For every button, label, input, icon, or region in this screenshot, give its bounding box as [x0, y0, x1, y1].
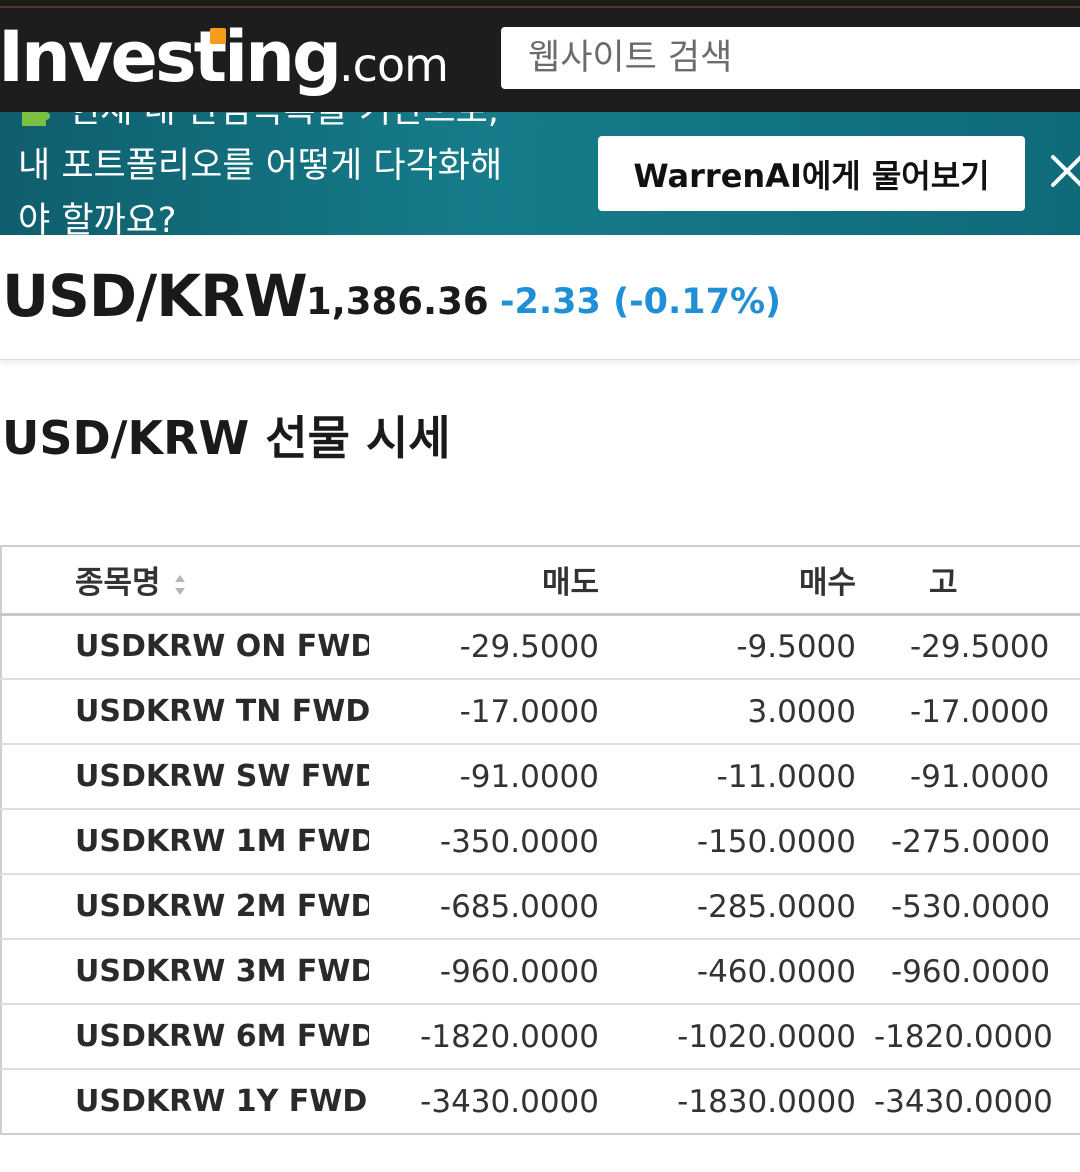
bid-value: -3430.0000 — [420, 1083, 599, 1120]
instrument-name[interactable]: USDKRW 1Y FWD — [1, 1069, 369, 1134]
bid-value: -1820.0000 — [420, 1018, 599, 1055]
bid-value: -17.0000 — [459, 693, 599, 730]
instrument-name[interactable]: USDKRW 6M FWD — [1, 1004, 369, 1069]
high-value: -3430.0000 — [874, 1083, 1053, 1120]
table-row[interactable]: USDKRW ON FWD -29.5000 -9.5000 -29.5000 — [1, 614, 1080, 679]
logo-wordmark: Investing — [0, 16, 342, 98]
table-row[interactable]: USDKRW 2M FWD -685.0000 -285.0000 -530.0… — [1, 874, 1080, 939]
high-value: -17.0000 — [910, 693, 1050, 730]
forwards-table-container[interactable]: 종목명 매도 매수 고 USDKRW ON FWD -29.5000 -9.50… — [0, 545, 1080, 1135]
high-value: -275.0000 — [891, 823, 1051, 860]
table-row[interactable]: USDKRW 3M FWD -960.0000 -460.0000 -960.0… — [1, 939, 1080, 1004]
column-header-ask[interactable]: 매수 — [617, 546, 874, 614]
close-icon[interactable] — [1050, 154, 1080, 188]
banner-line-1: 현재 내 관심목록을 기반으로, — [18, 112, 578, 139]
table-row[interactable]: USDKRW SW FWD -91.0000 -11.0000 -91.0000 — [1, 744, 1080, 809]
logo-suffix: .com — [339, 38, 449, 92]
last-price: 1,386.36 — [306, 280, 489, 323]
table-row[interactable]: USDKRW TN FWD -17.0000 3.0000 -17.0000 — [1, 679, 1080, 744]
banner-line-3: 야 할까요? — [18, 201, 177, 235]
price-change: -2.33 (-0.17%) — [500, 282, 782, 322]
bid-value: -685.0000 — [439, 888, 599, 925]
logo-accent-dot — [210, 28, 226, 44]
site-header: Investing.com — [0, 8, 1080, 112]
search-input[interactable] — [501, 27, 1080, 89]
promo-banner: 현재 내 관심목록을 기반으로, 내 포트폴리오를 어떻게 다각화해 야 할까요… — [0, 112, 1080, 235]
column-header-name[interactable]: 종목명 — [1, 546, 369, 614]
ask-value: -11.0000 — [716, 758, 856, 795]
top-strip — [0, 0, 1080, 8]
high-value: -1820.0000 — [874, 1018, 1053, 1055]
ask-value: -1830.0000 — [677, 1083, 856, 1120]
forwards-table: 종목명 매도 매수 고 USDKRW ON FWD -29.5000 -9.50… — [0, 545, 1080, 1135]
ask-value: -1020.0000 — [677, 1018, 856, 1055]
site-logo[interactable]: Investing.com — [0, 12, 449, 102]
instrument-name[interactable]: USDKRW 3M FWD — [1, 939, 369, 1004]
bid-value: -960.0000 — [439, 953, 599, 990]
instrument-title: USD/KRW — [2, 262, 308, 330]
column-header-bid[interactable]: 매도 — [369, 546, 617, 614]
table-row[interactable]: USDKRW 1M FWD -350.0000 -150.0000 -275.0… — [1, 809, 1080, 874]
ask-warrenai-button[interactable]: WarrenAI에게 물어보기 — [598, 136, 1025, 211]
ask-value: -460.0000 — [696, 953, 856, 990]
instrument-name[interactable]: USDKRW ON FWD — [1, 614, 369, 679]
puzzle-icon — [22, 112, 50, 126]
quote-header: USD/KRW 1,386.36 -2.33 (-0.17%) — [0, 235, 1080, 360]
banner-line-2: 내 포트폴리오를 어떻게 다각화해 — [18, 146, 503, 186]
table-header-row: 종목명 매도 매수 고 — [1, 546, 1080, 614]
high-value: -960.0000 — [891, 953, 1051, 990]
bid-value: -350.0000 — [439, 823, 599, 860]
instrument-name[interactable]: USDKRW SW FWD — [1, 744, 369, 809]
column-header-name-label: 종목명 — [75, 565, 161, 602]
high-value: -530.0000 — [891, 888, 1051, 925]
ask-value: -150.0000 — [696, 823, 856, 860]
instrument-name[interactable]: USDKRW TN FWD — [1, 679, 369, 744]
bid-value: -29.5000 — [459, 628, 599, 665]
ask-value: 3.0000 — [747, 693, 856, 730]
bid-value: -91.0000 — [459, 758, 599, 795]
section-title: USD/KRW 선물 시세 — [2, 411, 451, 465]
high-value: -29.5000 — [910, 628, 1050, 665]
instrument-name[interactable]: USDKRW 1M FWD — [1, 809, 369, 874]
table-row[interactable]: USDKRW 6M FWD -1820.0000 -1020.0000 -182… — [1, 1004, 1080, 1069]
instrument-name[interactable]: USDKRW 2M FWD — [1, 874, 369, 939]
high-value: -91.0000 — [910, 758, 1050, 795]
search-box[interactable] — [501, 27, 1080, 89]
ask-value: -285.0000 — [696, 888, 856, 925]
banner-line-1-text: 현재 내 관심목록을 기반으로, — [68, 112, 499, 131]
banner-text: 현재 내 관심목록을 기반으로, 내 포트폴리오를 어떻게 다각화해 야 할까요… — [18, 112, 578, 235]
sort-icon[interactable] — [173, 572, 187, 598]
ask-value: -9.5000 — [736, 628, 856, 665]
column-header-high[interactable]: 고 — [874, 546, 1080, 614]
table-row[interactable]: USDKRW 1Y FWD -3430.0000 -1830.0000 -343… — [1, 1069, 1080, 1134]
